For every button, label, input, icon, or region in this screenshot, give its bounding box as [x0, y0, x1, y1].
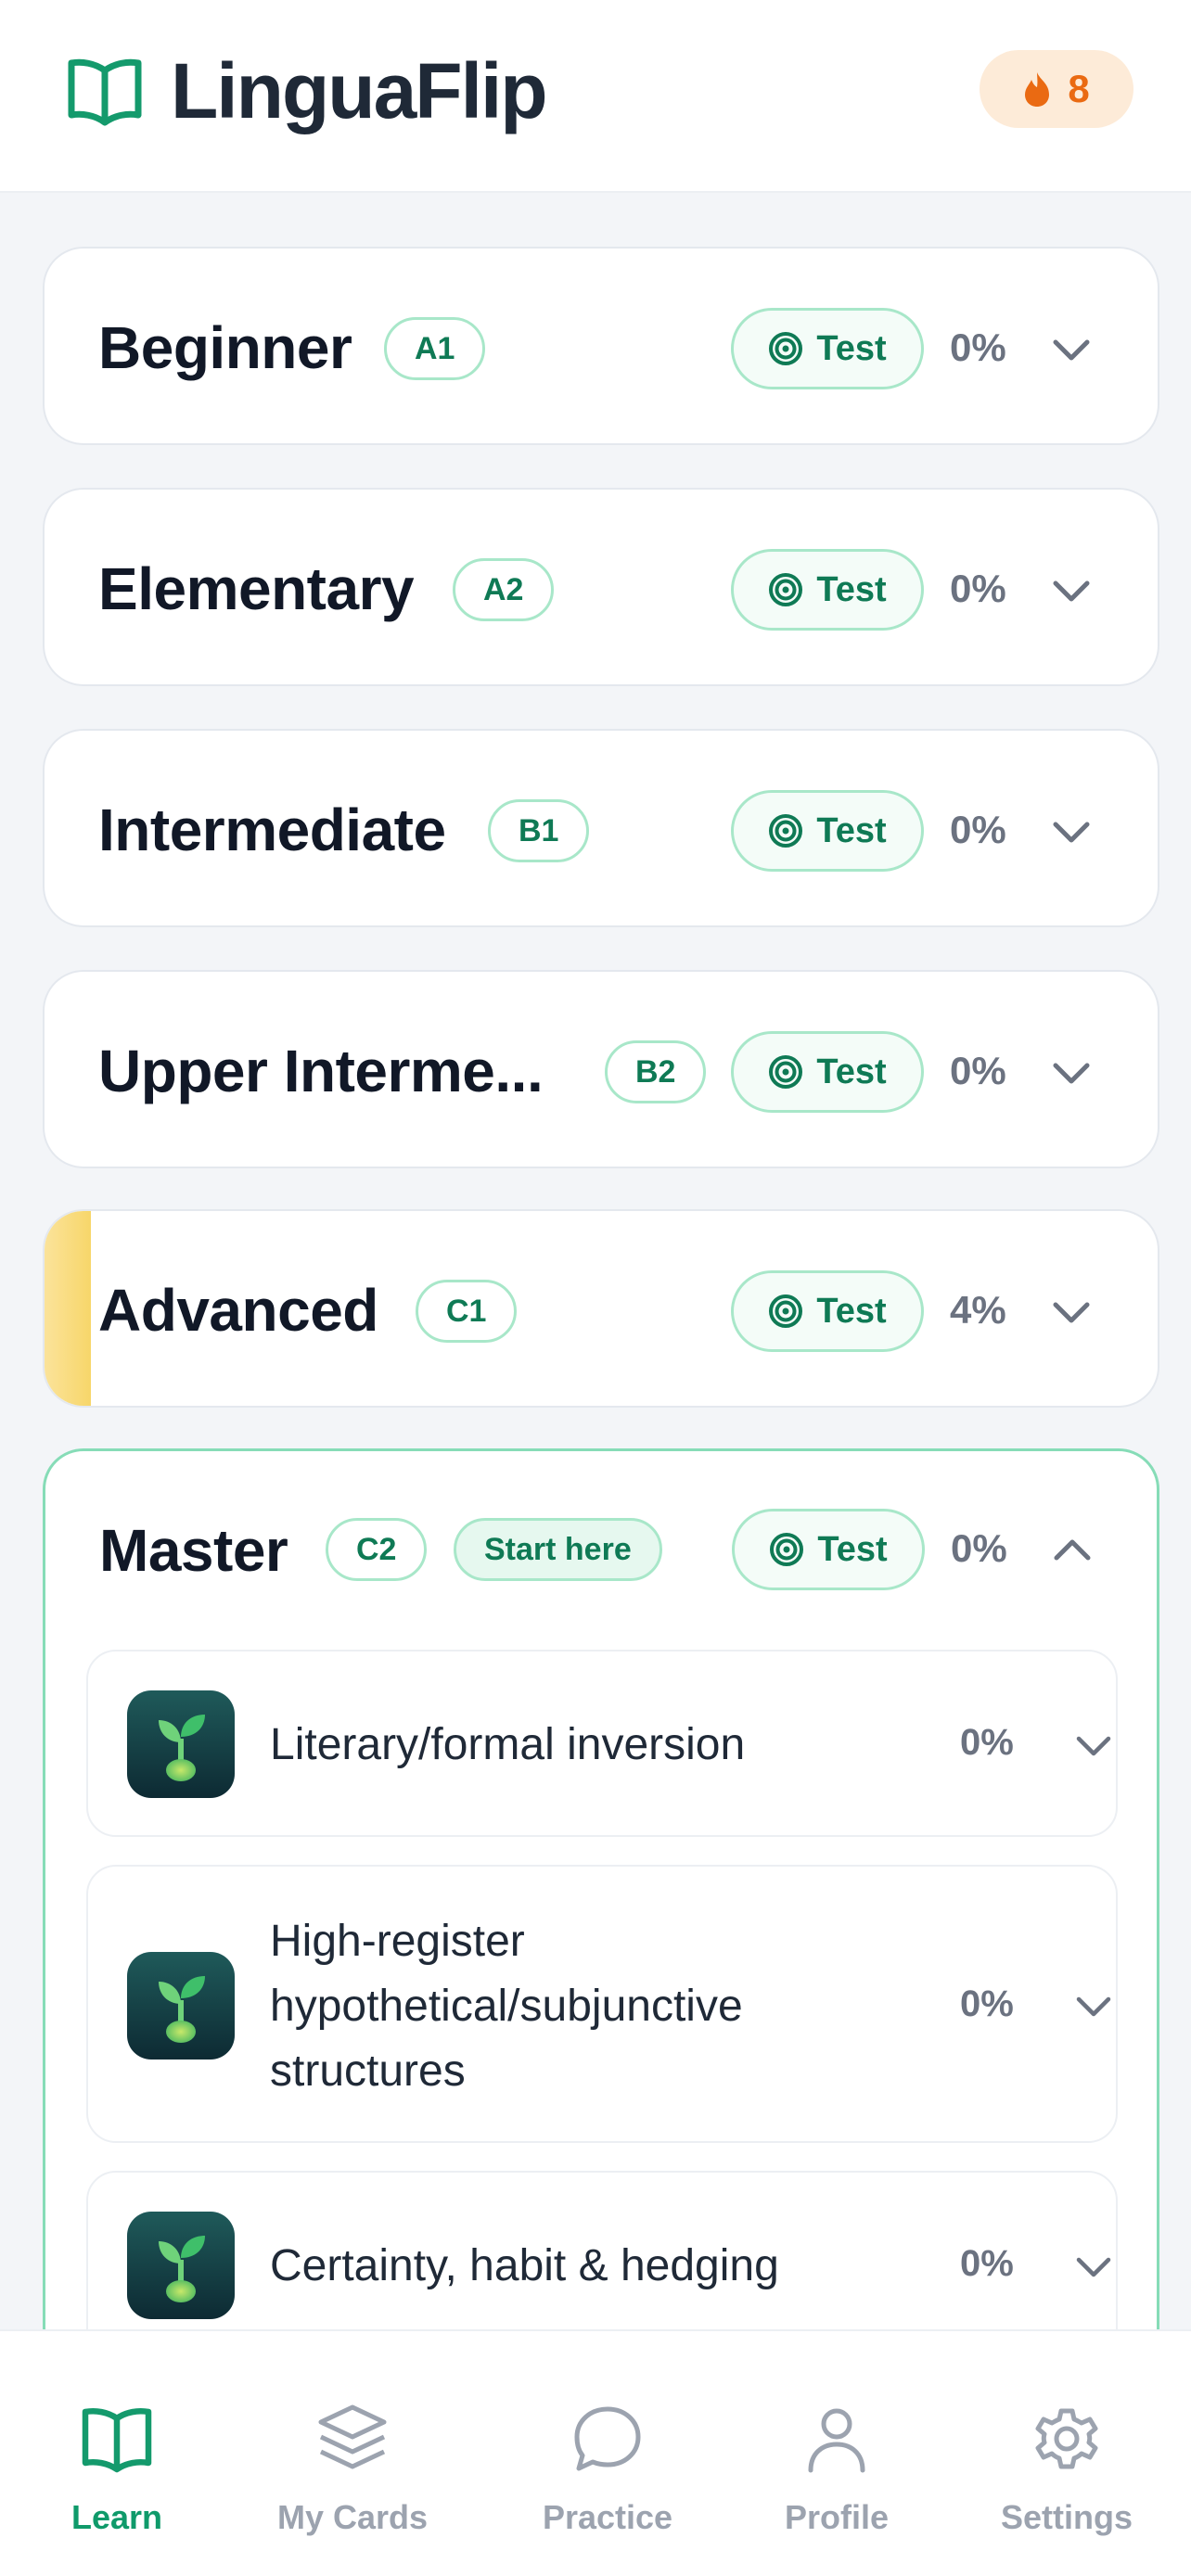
level-title: Advanced [98, 1277, 378, 1344]
target-icon [769, 1055, 803, 1089]
brand: LinguaFlip [67, 46, 548, 135]
level-card-elementary[interactable]: Elementary A2 Test 0% [43, 488, 1159, 686]
test-button[interactable]: Test [731, 549, 924, 631]
chevron-down-icon[interactable] [1073, 2246, 1114, 2287]
topic-title: Literary/formal inversion [270, 1720, 746, 1769]
level-title: Intermediate [98, 797, 446, 863]
open-book-icon [68, 58, 142, 126]
level-progress: 0% [951, 1526, 1007, 1570]
streak-badge[interactable]: 8 [980, 50, 1133, 128]
level-card-advanced[interactable]: Advanced C1 Test 4% [43, 1209, 1159, 1408]
target-icon [770, 1533, 804, 1566]
chevron-up-icon[interactable] [1051, 1529, 1094, 1572]
cefr-badge: A2 [453, 558, 555, 621]
level-title: Master [99, 1517, 288, 1584]
cefr-badge: B1 [488, 799, 590, 862]
level-title: Elementary [98, 555, 415, 622]
chevron-down-icon[interactable] [1073, 1725, 1114, 1766]
sprout-icon [127, 1690, 235, 1798]
topic-title: High-register hypothetical/subjunctive s… [270, 1917, 743, 2096]
cefr-badge: C2 [326, 1518, 428, 1581]
topic-item[interactable]: Literary/formal inversion 0% [86, 1650, 1118, 1837]
streak-count: 8 [1068, 67, 1090, 110]
test-label: Test [817, 1529, 888, 1569]
test-label: Test [816, 328, 887, 368]
nav-label: Profile [784, 2498, 890, 2536]
topic-item[interactable]: High-register hypothetical/subjunctive s… [86, 1865, 1118, 2143]
test-button[interactable]: Test [731, 1031, 924, 1113]
cefr-badge: A1 [384, 317, 486, 380]
test-button[interactable]: Test [731, 1270, 924, 1352]
chat-bubble-icon [574, 2406, 641, 2471]
chevron-down-icon[interactable] [1050, 1052, 1093, 1094]
app-header: LinguaFlip 8 [0, 0, 1191, 193]
topic-progress: 0% [960, 1983, 1014, 2024]
nav-practice[interactable]: Practice [506, 2331, 710, 2576]
test-label: Test [816, 810, 887, 850]
target-icon [769, 332, 803, 365]
user-icon [808, 2408, 865, 2473]
chevron-down-icon[interactable] [1050, 328, 1093, 371]
start-here-badge: Start here [454, 1518, 662, 1581]
nav-settings[interactable]: Settings [965, 2331, 1169, 2576]
level-card-intermediate[interactable]: Intermediate B1 Test 0% [43, 729, 1159, 927]
chevron-down-icon[interactable] [1073, 1985, 1114, 2026]
test-button[interactable]: Test [732, 1509, 925, 1590]
nav-profile[interactable]: Profile [735, 2331, 939, 2576]
nav-label: Settings [1000, 2498, 1133, 2536]
level-card-beginner[interactable]: Beginner A1 Test 0% [43, 247, 1159, 445]
sprout-icon [127, 2212, 235, 2319]
topic-progress: 0% [960, 1722, 1014, 1763]
test-label: Test [816, 1291, 887, 1331]
layers-icon [318, 2404, 387, 2469]
level-progress: 0% [950, 808, 1006, 851]
flame-icon [1025, 72, 1050, 107]
nav-label: Practice [542, 2498, 673, 2536]
gear-icon [1035, 2408, 1098, 2469]
test-button[interactable]: Test [731, 790, 924, 872]
level-card-upper-intermediate[interactable]: Upper Interme... B2 Test 0% [43, 970, 1159, 1168]
target-icon [769, 814, 803, 848]
bottom-nav: Learn My Cards Practice Profile Settings [0, 2329, 1191, 2576]
level-progress: 4% [950, 1288, 1006, 1332]
current-level-accent [45, 1211, 91, 1406]
book-icon [82, 2408, 152, 2473]
topic-progress: 0% [960, 2243, 1014, 2284]
level-progress: 0% [950, 567, 1006, 610]
nav-learn[interactable]: Learn [15, 2331, 219, 2576]
app-title: LinguaFlip [171, 47, 548, 134]
sprout-icon [127, 1952, 235, 2060]
level-title: Upper Interme... [98, 1038, 544, 1104]
test-label: Test [816, 569, 887, 609]
level-progress: 0% [950, 325, 1006, 369]
target-icon [769, 573, 803, 606]
chevron-down-icon[interactable] [1050, 810, 1093, 853]
nav-label: My Cards [276, 2498, 429, 2536]
target-icon [769, 1294, 803, 1328]
test-label: Test [816, 1052, 887, 1091]
cefr-badge: B2 [605, 1040, 707, 1103]
nav-my-cards[interactable]: My Cards [250, 2331, 455, 2576]
nav-label: Learn [70, 2498, 163, 2536]
level-progress: 0% [950, 1049, 1006, 1092]
chevron-down-icon[interactable] [1050, 569, 1093, 612]
topic-title: Certainty, habit & hedging [270, 2241, 779, 2290]
cefr-badge: C1 [416, 1280, 518, 1343]
test-button[interactable]: Test [731, 308, 924, 389]
chevron-down-icon[interactable] [1050, 1291, 1093, 1333]
level-title: Beginner [98, 314, 352, 381]
